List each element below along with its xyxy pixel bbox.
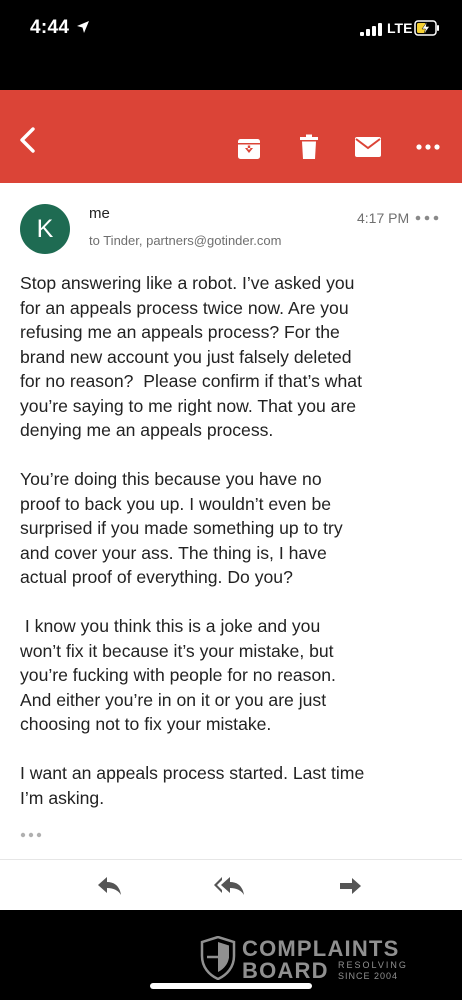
mail-icon	[355, 137, 381, 157]
status-bar: 4:44 LTE	[0, 0, 462, 60]
watermark: COMPLAINTS BOARD RESOLVING SINCE 2004	[200, 936, 416, 986]
message-actions	[0, 873, 462, 903]
show-quoted-text-button[interactable]	[20, 829, 44, 841]
reply-all-icon	[214, 877, 244, 895]
watermark-tag: RESOLVING	[338, 960, 408, 970]
more-horiz-icon	[415, 215, 439, 221]
reply-icon	[98, 877, 121, 895]
shield-logo-icon	[200, 936, 236, 980]
signal-icon	[360, 23, 382, 36]
message-paragraph: You’re doing this because you have no pr…	[20, 469, 343, 587]
forward-icon	[340, 878, 361, 894]
message-body: Stop answering like a robot. I’ve asked …	[20, 271, 424, 835]
reply-button[interactable]	[94, 873, 126, 899]
message-paragraph: Stop answering like a robot. I’ve asked …	[20, 273, 362, 440]
message-paragraph: I want an appeals process started. Last …	[20, 763, 365, 808]
archive-button[interactable]	[234, 133, 264, 163]
delete-button[interactable]	[294, 132, 324, 162]
avatar[interactable]: K	[20, 204, 70, 254]
battery-charging-icon	[414, 20, 439, 36]
more-options-button[interactable]	[413, 135, 443, 159]
back-button[interactable]	[12, 124, 44, 156]
reply-all-button[interactable]	[214, 873, 246, 899]
message-toolbar	[0, 90, 462, 183]
status-time: 4:44	[30, 17, 70, 38]
message-time: 4:17 PM	[357, 210, 410, 226]
network-type: LTE	[387, 20, 413, 36]
message-view: K me to Tinder, partners@gotinder.com 4:…	[0, 183, 462, 910]
archive-icon	[238, 139, 260, 159]
back-arrow-icon	[20, 127, 35, 153]
location-arrow-icon	[77, 21, 89, 33]
home-indicator[interactable]	[150, 983, 312, 989]
message-paragraph: I know you think this is a joke and you …	[20, 616, 336, 734]
mark-unread-button[interactable]	[353, 135, 383, 159]
more-horiz-icon	[416, 144, 440, 150]
sender-name: me	[89, 205, 110, 222]
divider	[0, 859, 462, 860]
watermark-tag: SINCE 2004	[338, 971, 399, 981]
more-horiz-icon	[20, 832, 42, 838]
watermark-subtitle: BOARD	[242, 958, 329, 983]
forward-button[interactable]	[334, 873, 366, 899]
message-more-button[interactable]	[415, 209, 439, 227]
bottom-area: COMPLAINTS BOARD RESOLVING SINCE 2004	[0, 910, 462, 1000]
recipients[interactable]: to Tinder, partners@gotinder.com	[89, 233, 281, 248]
trash-icon	[300, 134, 318, 159]
